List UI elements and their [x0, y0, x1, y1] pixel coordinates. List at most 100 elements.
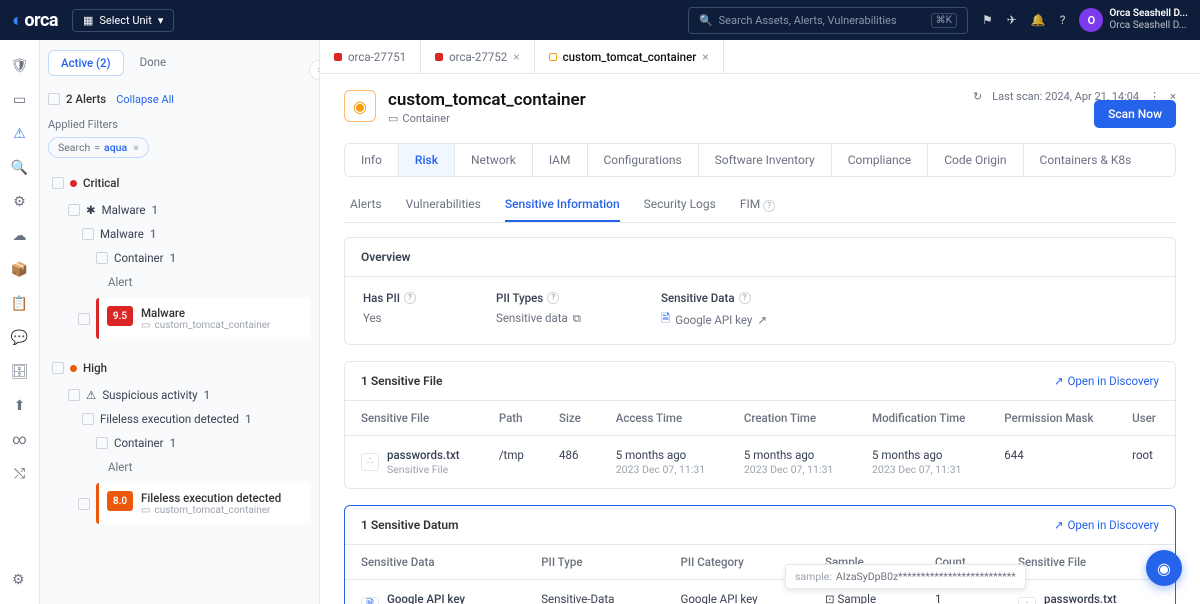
alert-checkbox-2[interactable] [78, 498, 90, 510]
nav-clipboard-icon[interactable]: 📋 [11, 296, 28, 312]
col-pii-type[interactable]: PII Type [525, 544, 664, 579]
subtab-fim[interactable]: FIM ? [740, 189, 775, 222]
subtab-sensitive-info[interactable]: Sensitive Information [505, 189, 620, 222]
high-checkbox[interactable] [52, 362, 64, 374]
risk-subtabs: Alerts Vulnerabilities Sensitive Informa… [344, 189, 1176, 223]
tab-orca-27752[interactable]: orca-27752× [421, 40, 535, 73]
tree-fileless[interactable]: Fileless execution detected [100, 412, 239, 426]
alert-card-malware[interactable]: 9.5 Malware ▭custom_tomcat_container [96, 298, 311, 339]
tab-software[interactable]: Software Inventory [699, 144, 832, 176]
subtab-alerts[interactable]: Alerts [350, 189, 382, 222]
sensitive-data-value: Google API key [675, 313, 752, 327]
tab-custom-tomcat[interactable]: custom_tomcat_container× [535, 40, 724, 73]
tab-code-origin[interactable]: Code Origin [928, 144, 1023, 176]
tab-network[interactable]: Network [455, 144, 533, 176]
datum-name: Google API key [387, 592, 465, 604]
nav-box-icon[interactable]: ▭ [13, 92, 26, 108]
filter-chip[interactable]: Search = aqua × [48, 137, 149, 158]
nav-db-icon[interactable]: 🗄 [11, 364, 29, 380]
select-all-checkbox[interactable] [48, 93, 60, 105]
high-label: High [83, 361, 107, 375]
external-link-icon[interactable]: ↗ [757, 313, 767, 327]
nav-cloud-icon[interactable]: ☁ [13, 228, 27, 244]
help-icon[interactable]: ? [547, 292, 559, 304]
checkbox[interactable] [82, 413, 94, 425]
tree-suspicious[interactable]: Suspicious activity [102, 388, 197, 402]
scan-now-button[interactable]: Scan Now [1094, 100, 1176, 128]
collapse-all-link[interactable]: Collapse All [116, 93, 174, 106]
score-badge: 9.5 [107, 306, 133, 326]
tab-compliance[interactable]: Compliance [832, 144, 929, 176]
checkbox[interactable] [82, 228, 94, 240]
checkbox[interactable] [96, 437, 108, 449]
copy-icon[interactable]: ⧉ [573, 311, 581, 326]
logo[interactable]: orca [12, 10, 58, 31]
tab-info[interactable]: Info [345, 144, 399, 176]
flag-icon[interactable]: ⚑ [982, 13, 993, 27]
tab-containers-k8s[interactable]: Containers & K8s [1024, 144, 1148, 176]
tree-container-2[interactable]: Container [114, 436, 164, 450]
tab-active[interactable]: Active (2) [48, 50, 124, 76]
col-file[interactable]: Sensitive File [345, 400, 483, 435]
help-icon[interactable]: ? [739, 292, 751, 304]
tab-configurations[interactable]: Configurations [588, 144, 699, 176]
col-user[interactable]: User [1116, 400, 1175, 435]
nav-chat-icon[interactable]: 💬 [11, 330, 28, 346]
panel-expand-handle[interactable]: › [309, 60, 320, 80]
tab-orca-27751[interactable]: orca-27751 [320, 40, 421, 73]
close-icon[interactable]: × [702, 50, 708, 64]
close-icon[interactable]: × [513, 50, 519, 64]
checkbox[interactable] [68, 389, 80, 401]
container-dot-icon [549, 53, 557, 61]
nav-alert-icon[interactable]: ⚠ [13, 126, 26, 142]
col-perm[interactable]: Permission Mask [988, 400, 1116, 435]
select-unit-dropdown[interactable]: ▦ Select Unit ▾ [72, 9, 174, 32]
nav-package-icon[interactable]: 📦 [11, 262, 28, 278]
chevron-down-icon: ▾ [158, 14, 164, 27]
bell-icon[interactable]: 🔔 [1031, 13, 1046, 27]
col-creation[interactable]: Creation Time [728, 400, 856, 435]
alert-card-fileless[interactable]: 8.0 Fileless execution detected ▭custom_… [96, 483, 311, 524]
global-search[interactable]: 🔍 Search Assets, Alerts, Vulnerabilities… [688, 7, 968, 34]
send-icon[interactable]: ✈ [1007, 13, 1017, 27]
checkbox[interactable] [96, 252, 108, 264]
help-icon[interactable]: ? [404, 292, 416, 304]
help-icon[interactable]: ? [763, 200, 775, 212]
help-icon[interactable]: ? [1060, 13, 1066, 27]
critical-checkbox[interactable] [52, 177, 64, 189]
nav-search-icon[interactable]: 🔍 [11, 160, 28, 176]
col-mod[interactable]: Modification Time [856, 400, 988, 435]
table-row[interactable]: 🗎Google API keySensitive Data Sensitive-… [345, 579, 1175, 604]
tree-malware[interactable]: Malware [102, 203, 146, 217]
nav-sliders-icon[interactable]: ⚙ [13, 194, 26, 210]
nav-shield-icon[interactable]: 🛡 [11, 58, 29, 74]
col-data[interactable]: Sensitive Data [345, 544, 525, 579]
remove-filter-icon[interactable]: × [133, 141, 139, 154]
datum-sample[interactable]: Sample [838, 592, 877, 604]
tab-risk[interactable]: Risk [399, 144, 455, 176]
nav-infinity-icon[interactable]: ∞ [12, 432, 26, 448]
subtab-security-logs[interactable]: Security Logs [644, 189, 716, 222]
subtab-vulnerabilities[interactable]: Vulnerabilities [406, 189, 481, 222]
col-access[interactable]: Access Time [600, 400, 728, 435]
col-path[interactable]: Path [483, 400, 543, 435]
avatar[interactable]: O [1079, 8, 1103, 32]
col-size[interactable]: Size [543, 400, 600, 435]
open-in-discovery-link[interactable]: ↗Open in Discovery [1054, 518, 1159, 532]
account-menu[interactable]: Orca Seashell D... Orca Seashell D... [1109, 8, 1188, 32]
sensitive-files-card: 1 Sensitive File ↗Open in Discovery Sens… [344, 361, 1176, 489]
nav-upload-icon[interactable]: ⬆ [14, 398, 26, 414]
file-path: /tmp [483, 435, 543, 488]
alert-title: Malware [141, 306, 270, 320]
tab-iam[interactable]: IAM [533, 144, 588, 176]
settings-icon[interactable]: ⚙ [12, 572, 25, 588]
checkbox[interactable] [68, 204, 80, 216]
tree-malware-sub[interactable]: Malware [100, 227, 144, 241]
tree-container[interactable]: Container [114, 251, 164, 265]
tab-done[interactable]: Done [128, 50, 179, 76]
table-row[interactable]: ∴passwords.txtSensitive File /tmp 486 5 … [345, 435, 1175, 488]
help-fab[interactable]: ◉ [1146, 550, 1182, 586]
alert-checkbox[interactable] [78, 313, 90, 325]
nav-shuffle-icon[interactable]: ⤭ [14, 466, 25, 482]
open-in-discovery-link[interactable]: ↗Open in Discovery [1054, 374, 1159, 388]
